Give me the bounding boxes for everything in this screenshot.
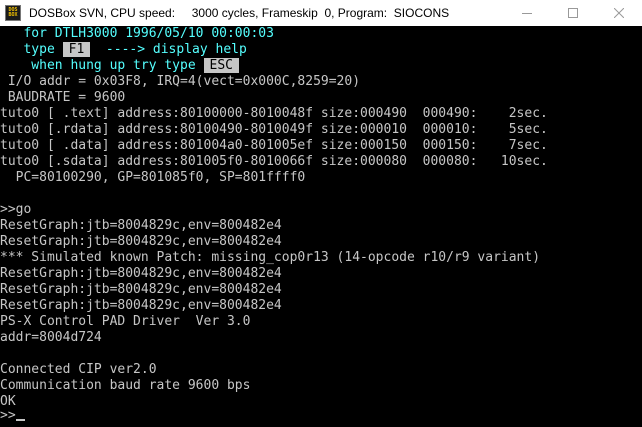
console-line: tuto0 [.rdata] address:80100490-8010049f…	[0, 122, 548, 137]
console-line: tuto0 [ .text] address:80100000-8010048f…	[0, 106, 548, 121]
console-line: ResetGraph:jtb=8004829c,env=800482e4	[0, 266, 282, 281]
hang-prefix: when hung up try type	[0, 58, 204, 73]
icon-text-bottom: BOX	[8, 12, 18, 18]
close-button[interactable]	[596, 0, 642, 26]
console-line: addr=8004d724	[0, 330, 102, 345]
text-cursor	[15, 419, 25, 421]
f1-key-label: F1	[62, 42, 91, 57]
console-line: ResetGraph:jtb=8004829c,env=800482e4	[0, 218, 282, 233]
console-line: ResetGraph:jtb=8004829c,env=800482e4	[0, 298, 282, 313]
console-line-help: type F1 ----> display help	[0, 42, 247, 58]
esc-key-label: ESC	[203, 58, 239, 73]
title-bar[interactable]: DOS BOX DOSBox SVN, CPU speed: 3000 cycl…	[0, 0, 642, 26]
minimize-button[interactable]	[504, 0, 550, 26]
console-line: I/O addr = 0x03F8, IRQ=4(vect=0x000C,825…	[0, 74, 361, 89]
console-line: PS-X Control PAD Driver Ver 3.0	[0, 314, 251, 329]
close-icon	[614, 8, 624, 18]
dosbox-app-icon[interactable]: DOS BOX	[5, 5, 21, 21]
console-line-version: for DTLH3000 1996/05/10 00:00:03	[0, 26, 274, 41]
maximize-icon	[568, 8, 578, 18]
console-line: Connected CIP ver2.0	[0, 362, 157, 377]
help-prefix: type	[0, 42, 63, 57]
console-line: ResetGraph:jtb=8004829c,env=800482e4	[0, 282, 282, 297]
minimize-icon	[522, 13, 532, 14]
console-line-hang: when hung up try type ESC	[0, 58, 239, 74]
console-line: tuto0 [.sdata] address:801005f0-8010066f…	[0, 154, 548, 169]
window-title: DOSBox SVN, CPU speed: 3000 cycles, Fram…	[29, 6, 450, 20]
window-controls	[504, 0, 642, 26]
console-prompt-line[interactable]: >>	[0, 408, 25, 424]
command-prompt: >>	[0, 408, 16, 423]
console-line: PC=80100290, GP=801085f0, SP=801ffff0	[0, 170, 306, 185]
console-output[interactable]: for DTLH3000 1996/05/10 00:00:03 type F1…	[0, 26, 642, 427]
console-line: >>go	[0, 202, 32, 217]
console-line: BAUDRATE = 9600	[0, 90, 126, 105]
maximize-button[interactable]	[550, 0, 596, 26]
console-line: Communication baud rate 9600 bps	[0, 378, 251, 393]
console-line: ResetGraph:jtb=8004829c,env=800482e4	[0, 234, 282, 249]
console-line: tuto0 [ .data] address:801004a0-801005ef…	[0, 138, 548, 153]
dosbox-window: DOS BOX DOSBox SVN, CPU speed: 3000 cycl…	[0, 0, 642, 427]
help-suffix: ----> display help	[90, 42, 247, 57]
console-line: *** Simulated known Patch: missing_cop0r…	[0, 250, 541, 265]
